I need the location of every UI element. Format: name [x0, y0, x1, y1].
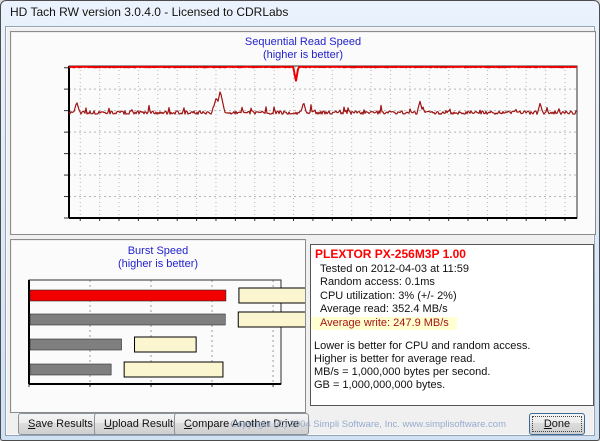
- info-note: MB/s = 1,000,000 bytes per second.: [314, 366, 491, 378]
- info-line-random-access: Random access: 0.1ms: [320, 276, 435, 288]
- results-info-panel: PLEXTOR PX-256M3P 1.00 Tested on 2012-04…: [310, 244, 594, 406]
- done-label: Done: [543, 418, 571, 430]
- save-results-label: Save Results: [28, 418, 93, 430]
- client-area: Sequential Read Speed (higher is better)…: [5, 26, 596, 436]
- burst-speed-chart-panel: Burst Speed (higher is better) 010020030…: [10, 239, 306, 413]
- svg-text:255.8GB: 255.8GB: [11, 32, 74, 36]
- burst-speed-chart: 0100200300400321.1 MB/sSCSI Ultra320SATA…: [11, 240, 305, 387]
- info-note: Higher is better for average read.: [314, 353, 476, 365]
- done-button[interactable]: Done: [529, 413, 585, 435]
- sequential-speed-chart-panel: Sequential Read Speed (higher is better)…: [10, 31, 596, 235]
- info-notes: Lower is better for CPU and random acces…: [311, 340, 593, 392]
- sequential-speed-chart: 350 MB/s300 MB/s250 MB/s200 MB/s150 MB/s…: [11, 32, 578, 221]
- info-line-tested: Tested on 2012-04-03 at 11:59: [320, 262, 470, 275]
- save-results-button[interactable]: Save Results: [18, 413, 103, 435]
- title-bar[interactable]: HD Tach RW version 3.0.4.0 - Licensed to…: [1, 1, 599, 23]
- info-note: Lower is better for CPU and random acces…: [314, 340, 531, 352]
- info-line-avg-read: Average read: 352.4 MB/s: [320, 303, 448, 315]
- svg-text:ATA UltraDMA 6: ATA UltraDMA 6: [11, 240, 125, 244]
- window-title: HD Tach RW version 3.0.4.0 - Licensed to…: [10, 5, 289, 19]
- drive-name: PLEXTOR PX-256M3P 1.00: [315, 247, 466, 261]
- copyright-text: Copyright (C) 2004 Simpli Software, Inc.…: [230, 419, 506, 430]
- info-line-cpu: CPU utilization: 3% (+/- 2%): [320, 289, 457, 302]
- info-note: GB = 1,000,000,000 bytes.: [314, 379, 446, 391]
- hdtach-window: HD Tach RW version 3.0.4.0 - Licensed to…: [0, 0, 600, 441]
- info-line-avg-write: Average write: 247.9 MB/s: [311, 316, 457, 330]
- upload-results-label: Upload Results: [104, 418, 179, 430]
